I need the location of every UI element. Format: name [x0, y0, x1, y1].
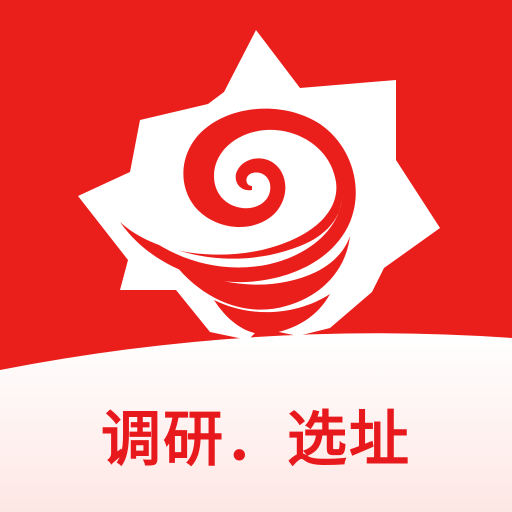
- app-icon[interactable]: 调研．选址: [0, 0, 512, 512]
- tagline-text: 调研．选址: [101, 405, 411, 475]
